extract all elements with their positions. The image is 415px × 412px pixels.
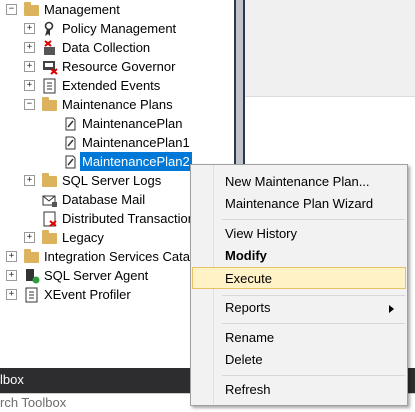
menu-item-modify[interactable]: Modify bbox=[192, 245, 406, 267]
tree-node-label: SQL Server Agent bbox=[44, 268, 149, 283]
menu-item-label: Refresh bbox=[225, 382, 271, 397]
menu-item-new-maintenance-plan[interactable]: New Maintenance Plan... bbox=[192, 171, 406, 193]
tree-node-label: Integration Services Catalo bbox=[44, 249, 201, 264]
folder-icon bbox=[42, 97, 57, 111]
collapse-icon[interactable]: − bbox=[6, 4, 17, 15]
tree-node-label: MaintenancePlan bbox=[82, 116, 183, 131]
menu-item-view-history[interactable]: View History bbox=[192, 223, 406, 245]
tree-node-label: Database Mail bbox=[62, 192, 146, 207]
menu-item-label: Modify bbox=[225, 248, 267, 263]
menu-item-label: Execute bbox=[225, 271, 272, 286]
resource-governor-icon bbox=[42, 59, 58, 75]
expand-icon[interactable]: + bbox=[24, 23, 35, 34]
menu-separator bbox=[222, 219, 405, 220]
expand-icon[interactable]: + bbox=[6, 289, 17, 300]
tree-node-resource-governor[interactable]: + Resource Governor bbox=[0, 57, 234, 76]
menu-item-execute[interactable]: Execute bbox=[192, 267, 406, 289]
menu-separator bbox=[222, 323, 405, 324]
tree-node-label: XEvent Profiler bbox=[44, 287, 131, 302]
tree-node-maintenance-plan1[interactable]: MaintenancePlan1 bbox=[0, 133, 234, 152]
tree-node-policy-management[interactable]: + Policy Management bbox=[0, 19, 234, 38]
tree-node-management[interactable]: − Management bbox=[0, 0, 234, 19]
menu-item-label: Maintenance Plan Wizard bbox=[225, 196, 374, 211]
tree-node-label: Maintenance Plans bbox=[62, 97, 173, 112]
tree-node-label: Data Collection bbox=[62, 40, 151, 55]
maintenance-plan-icon bbox=[62, 116, 78, 132]
menu-item-delete[interactable]: Delete bbox=[192, 349, 406, 371]
tree-node-label: MaintenancePlan1 bbox=[82, 135, 190, 150]
database-mail-icon bbox=[42, 192, 58, 208]
tree-node-maintenance-plan[interactable]: MaintenancePlan bbox=[0, 114, 234, 133]
folder-icon bbox=[24, 249, 39, 263]
expand-icon[interactable]: + bbox=[24, 42, 35, 53]
folder-icon bbox=[42, 230, 57, 244]
expand-icon[interactable]: + bbox=[24, 175, 35, 186]
tree-node-extended-events[interactable]: + Extended Events bbox=[0, 76, 234, 95]
tree-node-data-collection[interactable]: + Data Collection bbox=[0, 38, 234, 57]
menu-item-label: Rename bbox=[225, 330, 275, 345]
tree-node-label: Distributed Transaction bbox=[62, 211, 195, 226]
tree-node-label: SQL Server Logs bbox=[62, 173, 162, 188]
menu-item-label: Delete bbox=[225, 352, 263, 367]
extended-events-icon bbox=[42, 78, 58, 94]
tree-node-label: Policy Management bbox=[62, 21, 177, 36]
menu-item-rename[interactable]: Rename bbox=[192, 327, 406, 349]
maintenance-plan-icon bbox=[62, 135, 78, 151]
xevent-profiler-icon bbox=[24, 287, 40, 303]
menu-separator bbox=[222, 295, 405, 296]
tree-node-label: Management bbox=[44, 2, 120, 17]
tree-node-maintenance-plans[interactable]: − Maintenance Plans bbox=[0, 95, 234, 114]
expand-icon[interactable]: + bbox=[6, 270, 17, 281]
menu-item-label: View History bbox=[225, 226, 298, 241]
tree-node-label: Resource Governor bbox=[62, 59, 176, 74]
expand-icon[interactable]: + bbox=[24, 61, 35, 72]
policy-icon bbox=[42, 21, 58, 37]
menu-item-reports[interactable]: Reports bbox=[192, 297, 406, 319]
collapse-icon[interactable]: − bbox=[24, 99, 35, 110]
folder-icon bbox=[42, 173, 57, 187]
maintenance-plan-icon bbox=[62, 154, 78, 170]
menu-item-label: Reports bbox=[225, 300, 271, 315]
expand-icon[interactable]: + bbox=[6, 251, 17, 262]
menu-item-label: New Maintenance Plan... bbox=[225, 174, 370, 189]
menu-item-maintenance-plan-wizard[interactable]: Maintenance Plan Wizard bbox=[192, 193, 406, 215]
menu-item-refresh[interactable]: Refresh bbox=[192, 379, 406, 401]
expand-icon[interactable]: + bbox=[24, 232, 35, 243]
expand-icon[interactable]: + bbox=[24, 80, 35, 91]
submenu-arrow-icon bbox=[389, 305, 394, 313]
tree-node-label: Legacy bbox=[62, 230, 104, 245]
folder-icon bbox=[24, 2, 39, 16]
menu-separator bbox=[222, 375, 405, 376]
toolbox-search-placeholder: rch Toolbox bbox=[0, 395, 67, 410]
tree-node-label-selected: MaintenancePlan2 bbox=[79, 151, 193, 172]
tree-node-label: Extended Events bbox=[62, 78, 161, 93]
context-menu: New Maintenance Plan... Maintenance Plan… bbox=[190, 164, 408, 406]
toolbox-title: lbox bbox=[0, 372, 24, 387]
data-collection-icon bbox=[42, 40, 58, 56]
distributed-transaction-icon bbox=[42, 211, 58, 227]
sql-agent-icon bbox=[24, 268, 40, 284]
